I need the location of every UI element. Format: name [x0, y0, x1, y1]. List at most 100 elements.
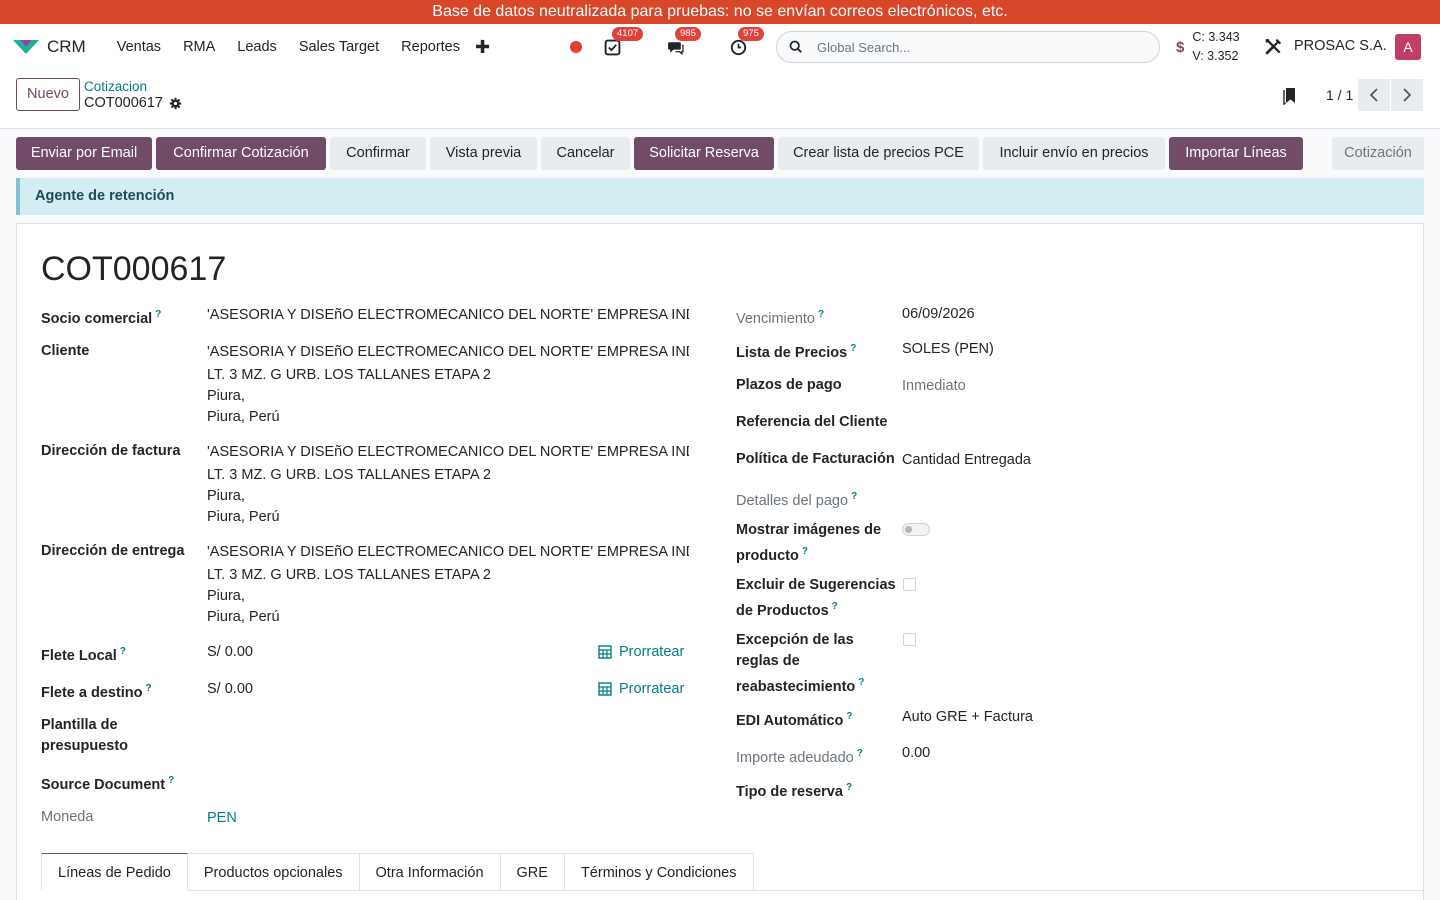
- stage-badge[interactable]: Cotización: [1332, 137, 1424, 170]
- local-freight-field[interactable]: S/ 0.00: [207, 642, 253, 663]
- systray: 4107 985 975: [570, 24, 793, 70]
- help-icon[interactable]: ?: [120, 646, 126, 657]
- company-switcher[interactable]: PROSAC S.A.: [1294, 38, 1387, 54]
- menu-leads[interactable]: Leads: [226, 39, 288, 55]
- prorate-local-button[interactable]: Prorratear: [598, 644, 684, 660]
- retention-agent-alert: Agente de retención: [16, 178, 1424, 215]
- exchange-rates[interactable]: $ C: 3.343 V: 3.352: [1176, 28, 1240, 66]
- payment-terms-label: Plazos de pago: [736, 377, 842, 393]
- main-menu: Ventas RMA Leads Sales Target Reportes: [106, 39, 471, 55]
- tab-gre[interactable]: GRE: [500, 853, 565, 891]
- import-lines-button[interactable]: Importar Líneas: [1169, 137, 1303, 170]
- prorate-dest-button[interactable]: Prorratear: [598, 681, 684, 697]
- exclude-suggestions-label: Excluir de Sugerencias de Productos?: [736, 577, 896, 619]
- pager-next-button[interactable]: [1391, 79, 1423, 111]
- send-email-button[interactable]: Enviar por Email: [16, 137, 152, 170]
- tab-order-lines[interactable]: Líneas de Pedido: [41, 853, 188, 891]
- breadcrumb-parent[interactable]: Cotizacion: [84, 79, 147, 94]
- timer-badge: 975: [738, 26, 764, 41]
- create-pricelist-button[interactable]: Crear lista de precios PCE: [778, 137, 979, 170]
- replenish-exception-checkbox[interactable]: [903, 633, 916, 646]
- request-reservation-button[interactable]: Solicitar Reserva: [634, 137, 774, 170]
- currency-label: Moneda: [41, 809, 94, 825]
- form-sheet: COT000617 Socio comercial? 'ASESORIA Y D…: [16, 223, 1424, 900]
- replenish-exception-label: Excepción de las reglas de reabastecimie…: [736, 632, 865, 695]
- help-icon[interactable]: ?: [857, 748, 863, 759]
- tab-terms[interactable]: Términos y Condiciones: [564, 853, 754, 891]
- app-brand[interactable]: CRM: [12, 37, 86, 57]
- menu-reportes[interactable]: Reportes: [390, 39, 471, 55]
- help-icon[interactable]: ?: [846, 711, 852, 722]
- client-field[interactable]: 'ASESORIA Y DISEñO ELECTROMECANICO DEL N…: [207, 342, 689, 428]
- menu-ventas[interactable]: Ventas: [106, 39, 172, 55]
- help-icon[interactable]: ?: [802, 546, 808, 557]
- recording-dot-icon[interactable]: [570, 41, 582, 53]
- timer-button[interactable]: 975: [730, 26, 764, 56]
- help-icon[interactable]: ?: [858, 677, 864, 688]
- breadcrumb-current: COT000617: [84, 95, 182, 111]
- activities-button[interactable]: 4107: [604, 26, 644, 56]
- reservation-type-label: Tipo de reserva?: [736, 782, 853, 800]
- pager-value[interactable]: 1 / 1: [1326, 87, 1353, 103]
- expiry-field[interactable]: 06/09/2026: [902, 304, 975, 325]
- bookmark-icon[interactable]: [1283, 87, 1297, 105]
- gear-icon[interactable]: [169, 97, 182, 110]
- help-icon[interactable]: ?: [846, 782, 852, 793]
- include-shipping-button[interactable]: Incluir envío en precios: [983, 137, 1165, 170]
- menu-rma[interactable]: RMA: [172, 39, 226, 55]
- rate-buy: C: 3.343: [1192, 30, 1240, 44]
- help-icon[interactable]: ?: [155, 309, 161, 320]
- invoice-address-field[interactable]: 'ASESORIA Y DISEñO ELECTROMECANICO DEL N…: [207, 442, 689, 528]
- show-images-toggle[interactable]: [902, 523, 930, 536]
- tab-other-info[interactable]: Otra Información: [359, 853, 501, 891]
- chevron-right-icon: [1403, 88, 1412, 102]
- form-tabs: Líneas de Pedido Productos opcionales Ot…: [41, 853, 754, 891]
- user-avatar[interactable]: A: [1395, 34, 1421, 60]
- dest-freight-field[interactable]: S/ 0.00: [207, 679, 253, 700]
- messages-badge: 985: [675, 26, 701, 41]
- plus-icon[interactable]: ✚: [475, 37, 490, 58]
- edi-field[interactable]: Auto GRE + Factura: [902, 707, 1033, 728]
- expiry-label: Vencimiento?: [736, 309, 825, 327]
- dest-freight-label: Flete a destino?: [41, 683, 152, 701]
- help-icon[interactable]: ?: [818, 309, 824, 320]
- partner-label: Socio comercial?: [41, 309, 162, 327]
- currency-field[interactable]: PEN: [207, 808, 237, 829]
- payment-terms-field[interactable]: Inmediato: [902, 376, 966, 397]
- global-search-input[interactable]: [817, 39, 1137, 55]
- help-icon[interactable]: ?: [146, 683, 152, 694]
- confirm-button[interactable]: Confirmar: [330, 137, 426, 170]
- confirm-quote-button[interactable]: Confirmar Cotización: [156, 137, 326, 170]
- help-icon[interactable]: ?: [168, 775, 174, 786]
- dollar-icon: $: [1176, 38, 1185, 56]
- pager-previous-button[interactable]: [1358, 79, 1390, 111]
- tab-optional-products[interactable]: Productos opcionales: [187, 853, 360, 891]
- messages-button[interactable]: 985: [667, 26, 701, 56]
- customer-ref-label: Referencia del Cliente: [736, 414, 888, 430]
- help-icon[interactable]: ?: [850, 343, 856, 354]
- show-images-label: Mostrar imágenes de producto?: [736, 522, 882, 564]
- search-icon: [789, 40, 802, 53]
- global-search: [776, 31, 1160, 63]
- invoice-address-label: Dirección de factura: [41, 443, 181, 459]
- tools-icon[interactable]: [1264, 38, 1282, 56]
- help-icon[interactable]: ?: [832, 601, 838, 612]
- payment-details-label: Detalles del pago?: [736, 491, 858, 509]
- menu-sales-target[interactable]: Sales Target: [288, 39, 390, 55]
- top-navbar: CRM Ventas RMA Leads Sales Target Report…: [0, 24, 1440, 70]
- delivery-address-field[interactable]: 'ASESORIA Y DISEñO ELECTROMECANICO DEL N…: [207, 542, 689, 628]
- local-freight-label: Flete Local?: [41, 646, 126, 664]
- new-button[interactable]: Nuevo: [16, 78, 80, 111]
- toggle-knob: [905, 526, 912, 533]
- client-label: Cliente: [41, 343, 90, 359]
- control-panel: Nuevo Cotizacion COT000617 1 / 1: [0, 70, 1440, 129]
- preview-button[interactable]: Vista previa: [430, 137, 537, 170]
- checkbox-icon: [604, 39, 621, 55]
- cancel-button[interactable]: Cancelar: [541, 137, 630, 170]
- partner-field[interactable]: 'ASESORIA Y DISEñO ELECTROMECANICO DEL N…: [207, 305, 689, 326]
- exclude-suggestions-checkbox[interactable]: [903, 578, 916, 591]
- calculator-icon: [598, 645, 612, 659]
- invoice-policy-field[interactable]: Cantidad Entregada: [902, 450, 1031, 471]
- help-icon[interactable]: ?: [851, 491, 857, 502]
- pricelist-field[interactable]: SOLES (PEN): [902, 339, 994, 360]
